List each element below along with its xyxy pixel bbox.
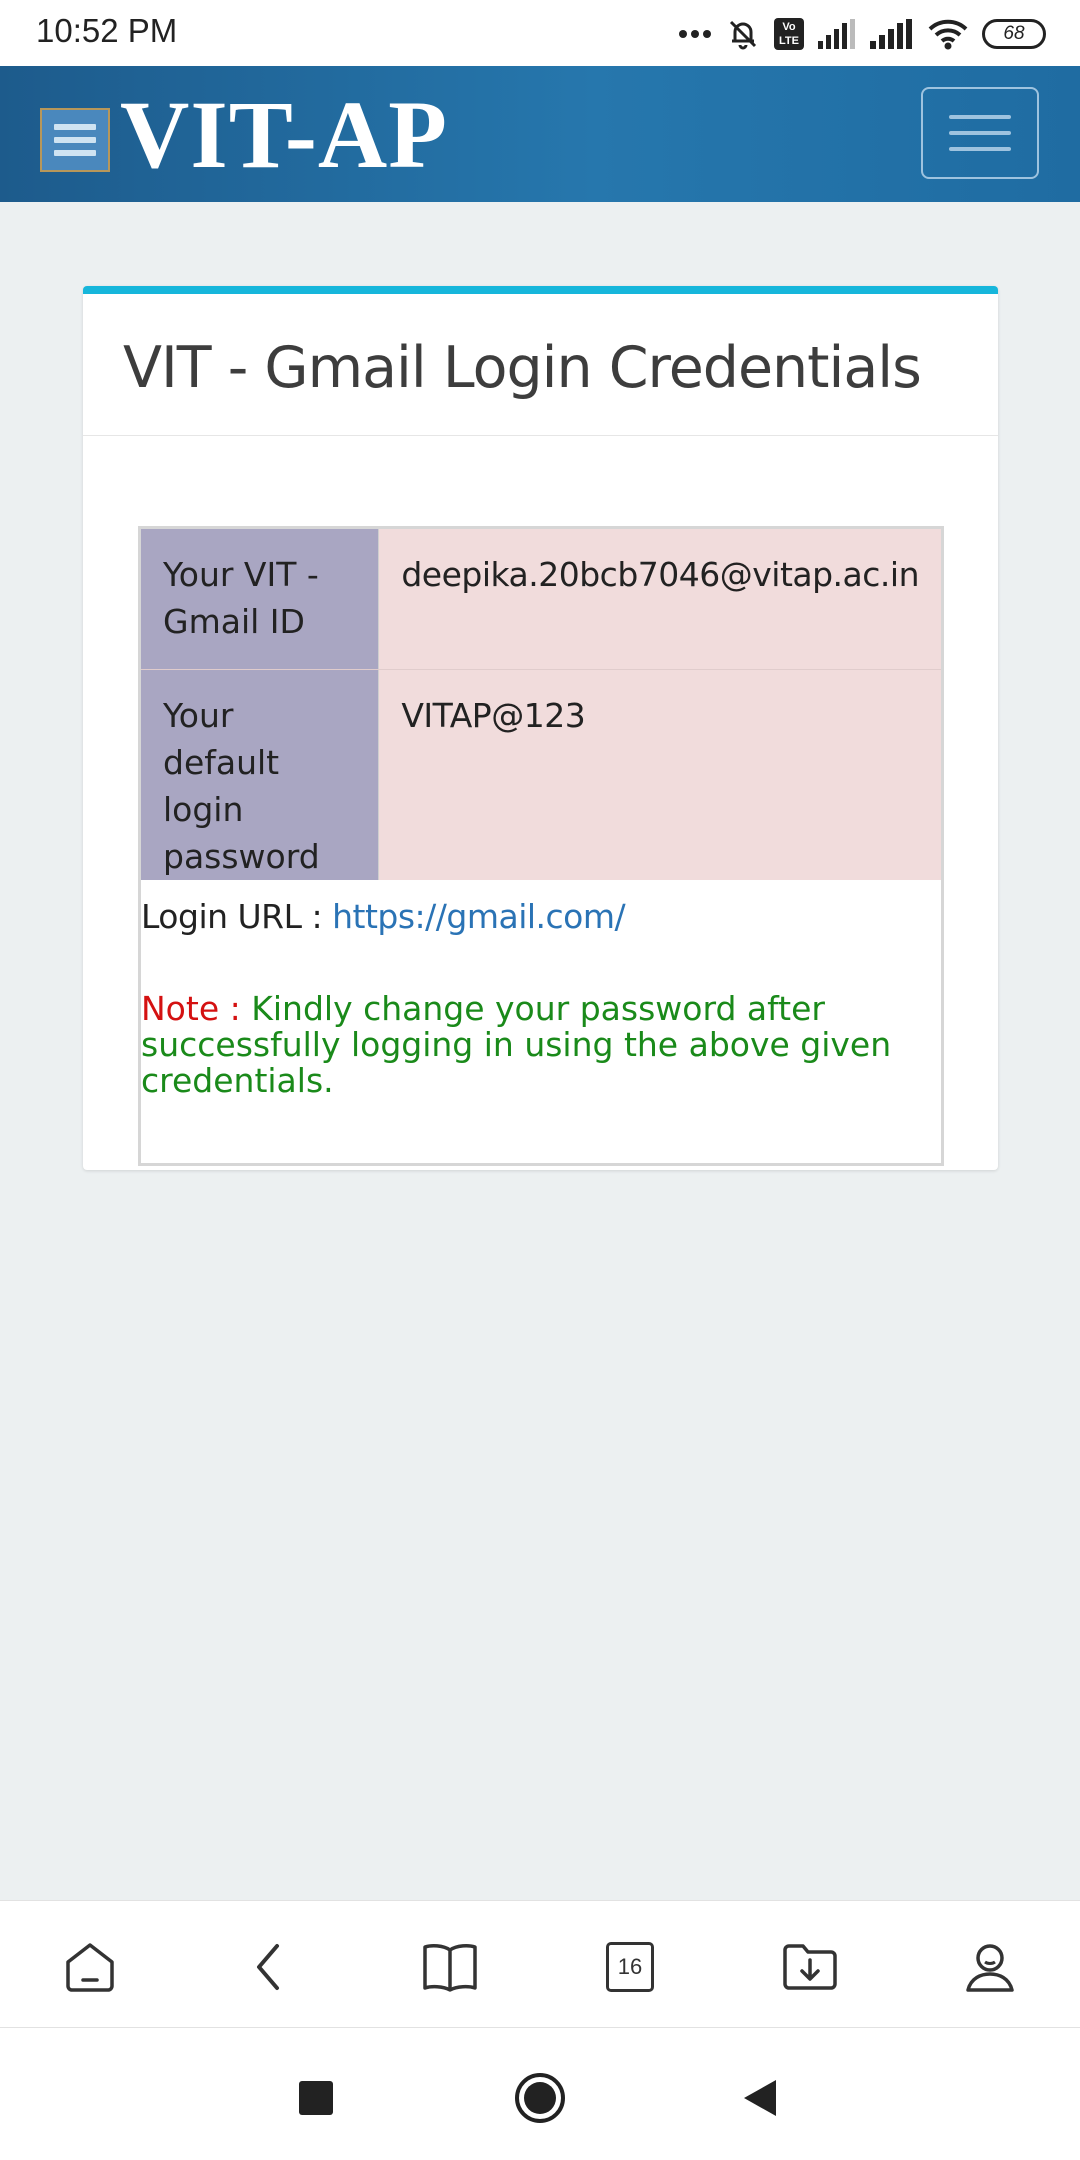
system-nav-bar	[0, 2028, 1080, 2160]
status-icons: Vo LTE 68	[678, 14, 1046, 54]
status-bar: 10:52 PM Vo LTE 68	[0, 0, 1080, 66]
profile-icon[interactable]	[960, 1937, 1020, 1997]
note-label: Note :	[141, 989, 241, 1028]
more-dots-icon	[678, 29, 712, 39]
back-icon[interactable]	[240, 1937, 300, 1997]
gmail-id-value: deepika.20bcb7046@vitap.ac.in	[378, 529, 941, 670]
note-text: Note : Kindly change your password after…	[141, 991, 901, 1099]
card-header: VIT - Gmail Login Credentials	[83, 294, 998, 436]
downloads-icon[interactable]	[780, 1937, 840, 1997]
password-label: Your default login password	[141, 669, 380, 880]
brand-logo[interactable]: VIT-AP	[120, 80, 448, 190]
mute-bell-icon	[726, 17, 760, 51]
table-row: Your default login password VITAP@123	[141, 669, 941, 880]
navbar-toggle-button[interactable]	[921, 87, 1039, 179]
page-title: VIT - Gmail Login Credentials	[123, 335, 922, 401]
login-url-line: Login URL : https://gmail.com/	[141, 897, 626, 936]
login-url-label: Login URL :	[141, 897, 323, 936]
table-row: Your VIT - Gmail ID deepika.20bcb7046@vi…	[141, 529, 941, 670]
hamburger-menu-icon[interactable]	[40, 108, 110, 172]
wifi-icon	[928, 18, 968, 50]
home-icon[interactable]	[60, 1937, 120, 1997]
tabs-count: 16	[606, 1942, 654, 1992]
browser-toolbar: 16	[0, 1900, 1080, 2028]
status-time: 10:52 PM	[36, 12, 178, 49]
credentials-box: Your VIT - Gmail ID deepika.20bcb7046@vi…	[138, 526, 944, 1166]
home-circle-icon[interactable]	[510, 2068, 570, 2128]
note-body: Kindly change your password after succes…	[141, 989, 892, 1100]
tabs-icon[interactable]: 16	[600, 1937, 660, 1997]
back-triangle-icon[interactable]	[730, 2068, 790, 2128]
password-value: VITAP@123	[378, 669, 941, 880]
app-header: VIT-AP	[0, 66, 1080, 202]
recents-icon[interactable]	[286, 2068, 346, 2128]
credentials-card: VIT - Gmail Login Credentials Your VIT -…	[83, 286, 998, 1170]
credentials-table: Your VIT - Gmail ID deepika.20bcb7046@vi…	[141, 529, 941, 880]
signal-icon	[818, 19, 856, 49]
battery-icon: 68	[982, 19, 1046, 49]
signal-icon	[870, 19, 914, 49]
gmail-id-label: Your VIT - Gmail ID	[141, 529, 380, 670]
login-url-link[interactable]: https://gmail.com/	[332, 897, 626, 936]
bookmarks-icon[interactable]	[420, 1937, 480, 1997]
volte-icon: Vo LTE	[774, 18, 804, 50]
